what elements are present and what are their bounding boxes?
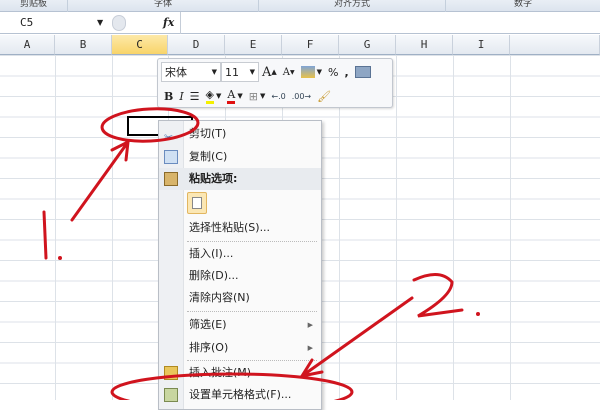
- menu-item-insert[interactable]: 插入(I)...: [159, 243, 321, 265]
- menu-separator: [187, 241, 317, 242]
- accounting-format-button[interactable]: ▼: [298, 62, 325, 82]
- chevron-down-icon: ▼: [249, 68, 255, 76]
- menu-item-delete[interactable]: 删除(D)...: [159, 265, 321, 287]
- paste-option-button[interactable]: [187, 192, 207, 214]
- shrink-font-button[interactable]: A ▼: [280, 62, 298, 82]
- grow-font-button[interactable]: A ▲: [259, 62, 280, 82]
- paste-icon: [164, 172, 178, 186]
- grid-line: [55, 55, 56, 400]
- formula-input[interactable]: [184, 14, 594, 32]
- font-name-select[interactable]: 宋体 ▼: [161, 62, 221, 82]
- menu-header-paste-options: 粘贴选项:: [159, 168, 321, 190]
- brush-icon: 🖌: [317, 89, 332, 103]
- mini-toolbar: 宋体 ▼ 11 ▼ A ▲ A ▼ ▼ % , B I ☰ ◈ ▼ A ▼ ⊞ ▼ ←.0 .…: [157, 58, 393, 108]
- name-box[interactable]: C5: [0, 14, 110, 32]
- column-header-b[interactable]: B: [55, 35, 112, 55]
- ribbon-group-number: 数字: [513, 0, 532, 9]
- column-header-a[interactable]: A: [0, 35, 55, 55]
- column-header-c[interactable]: C: [112, 35, 168, 55]
- menu-item-clear-contents[interactable]: 清除内容(N): [159, 287, 321, 309]
- menu-item-filter[interactable]: 筛选(E) ▶: [159, 314, 321, 336]
- fill-color-button[interactable]: ◈ ▼: [203, 86, 225, 106]
- ribbon-group-font: 字体: [68, 0, 259, 12]
- context-menu: ✂ 剪切(T) 复制(C) 粘贴选项: 选择性粘贴(S)... 插入(I)... …: [158, 120, 322, 410]
- format-painter-button[interactable]: 🖌: [314, 86, 334, 106]
- insert-function-button[interactable]: fx: [163, 14, 174, 32]
- ribbon-group-bar: 剪贴板 字体 对齐方式 数字: [0, 0, 600, 12]
- menu-separator: [187, 360, 317, 361]
- column-header-j[interactable]: [510, 35, 600, 55]
- decrease-decimal-button[interactable]: .00→: [289, 86, 314, 106]
- menu-item-insert-comment[interactable]: 插入批注(M): [159, 362, 321, 384]
- formula-divider: [180, 12, 181, 34]
- submenu-arrow-icon: ▶: [307, 321, 313, 329]
- paint-bucket-icon: ◈: [205, 88, 215, 104]
- increase-decimal-button[interactable]: ←.0: [268, 86, 288, 106]
- grid-line: [112, 55, 113, 400]
- font-color-button[interactable]: A ▼: [224, 86, 245, 106]
- font-size-select[interactable]: 11 ▼: [221, 62, 259, 82]
- merge-icon: [354, 66, 371, 78]
- percent-button[interactable]: %: [325, 62, 341, 82]
- menu-item-copy[interactable]: 复制(C): [159, 146, 321, 168]
- comma-button[interactable]: ,: [341, 62, 351, 82]
- menu-separator: [187, 311, 317, 312]
- paste-icon: [192, 197, 202, 209]
- comment-icon: [164, 366, 178, 380]
- align-center-icon: ☰: [189, 89, 200, 103]
- chevron-down-icon: ▼: [211, 68, 217, 76]
- center-align-button[interactable]: ☰: [187, 86, 203, 106]
- formula-bar: C5 ▼ fx: [0, 12, 600, 34]
- copy-icon: [164, 150, 178, 164]
- grid-line: [510, 55, 511, 400]
- borders-button[interactable]: ⊞ ▼: [246, 86, 269, 106]
- ribbon-group-alignment: 对齐方式: [259, 0, 446, 12]
- column-header-f[interactable]: F: [282, 35, 339, 55]
- name-box-dropdown-icon[interactable]: ▼: [97, 14, 103, 32]
- accounting-icon: [300, 66, 315, 78]
- column-header-d[interactable]: D: [168, 35, 225, 55]
- column-header-g[interactable]: G: [339, 35, 396, 55]
- menu-item-cut[interactable]: ✂ 剪切(T): [159, 123, 321, 145]
- grid-line: [396, 55, 397, 400]
- ribbon-group-clipboard: 剪贴板: [0, 0, 68, 12]
- bold-button[interactable]: B: [161, 86, 176, 106]
- column-header-e[interactable]: E: [225, 35, 282, 55]
- scissors-icon: ✂: [164, 131, 174, 144]
- formula-bar-handle[interactable]: [112, 15, 126, 31]
- menu-item-sort[interactable]: 排序(O) ▶: [159, 337, 321, 359]
- column-header-h[interactable]: H: [396, 35, 453, 55]
- column-header-i[interactable]: I: [453, 35, 510, 55]
- menu-item-paste-special[interactable]: 选择性粘贴(S)...: [159, 217, 321, 239]
- italic-button[interactable]: I: [176, 86, 186, 106]
- merge-center-button[interactable]: [352, 62, 374, 82]
- grid-line: [453, 55, 454, 400]
- border-icon: ⊞: [248, 89, 258, 103]
- submenu-arrow-icon: ▶: [307, 344, 313, 352]
- menu-item-format-cells[interactable]: 设置单元格格式(F)...: [159, 384, 321, 406]
